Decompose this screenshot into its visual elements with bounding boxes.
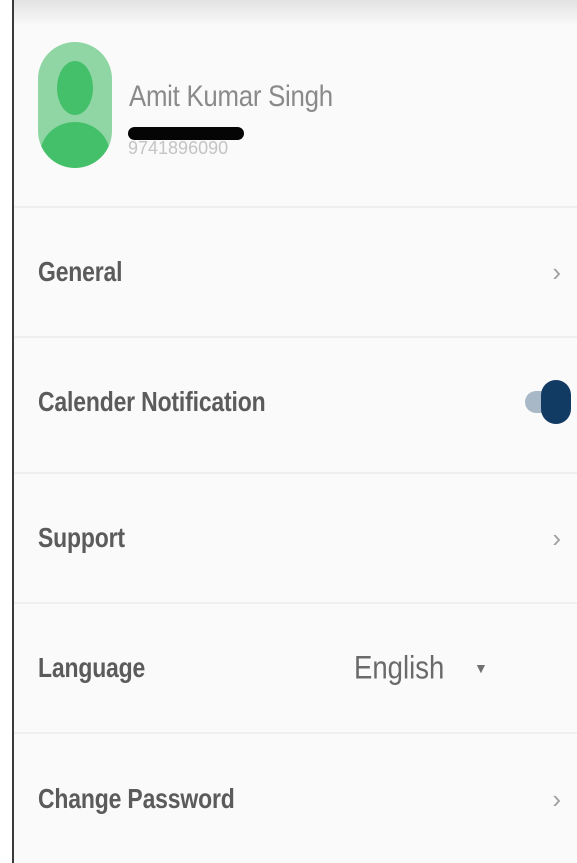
profile-phone: 9741896090	[128, 138, 229, 158]
menu-item-support[interactable]: Support ›	[14, 472, 577, 602]
menu-item-change-password[interactable]: Change Password ›	[14, 732, 577, 863]
chevron-right-icon: ›	[552, 783, 561, 814]
language-select-value[interactable]: English	[354, 650, 444, 687]
redaction-bar	[128, 127, 244, 140]
menu-item-language: Language English ▼	[14, 602, 577, 732]
menu-item-language-label: Language	[38, 652, 146, 683]
menu-item-support-label: Support	[38, 522, 125, 553]
chevron-right-icon: ›	[552, 523, 561, 553]
calendar-notification-toggle[interactable]	[525, 380, 571, 424]
left-frame-edge	[0, 0, 14, 863]
menu-item-calendar-notification: Calender Notification	[14, 336, 577, 466]
profile-name: Amit Kumar Singh	[129, 80, 333, 113]
settings-screen: Amit Kumar Singh 9741896090 General › Ca…	[0, 0, 577, 863]
dropdown-caret-icon[interactable]: ▼	[474, 660, 488, 676]
menu-item-calendar-notification-label: Calender Notification	[38, 386, 266, 417]
top-shadow	[14, 0, 577, 26]
user-silhouette-icon	[40, 61, 110, 168]
menu-item-change-password-label: Change Password	[38, 782, 235, 814]
toggle-knob	[541, 380, 571, 424]
avatar[interactable]	[38, 42, 112, 168]
chevron-right-icon: ›	[552, 257, 561, 287]
profile-header[interactable]: Amit Kumar Singh 9741896090	[14, 26, 577, 206]
menu-item-general-label: General	[38, 256, 123, 287]
menu-item-general[interactable]: General ›	[14, 206, 577, 336]
